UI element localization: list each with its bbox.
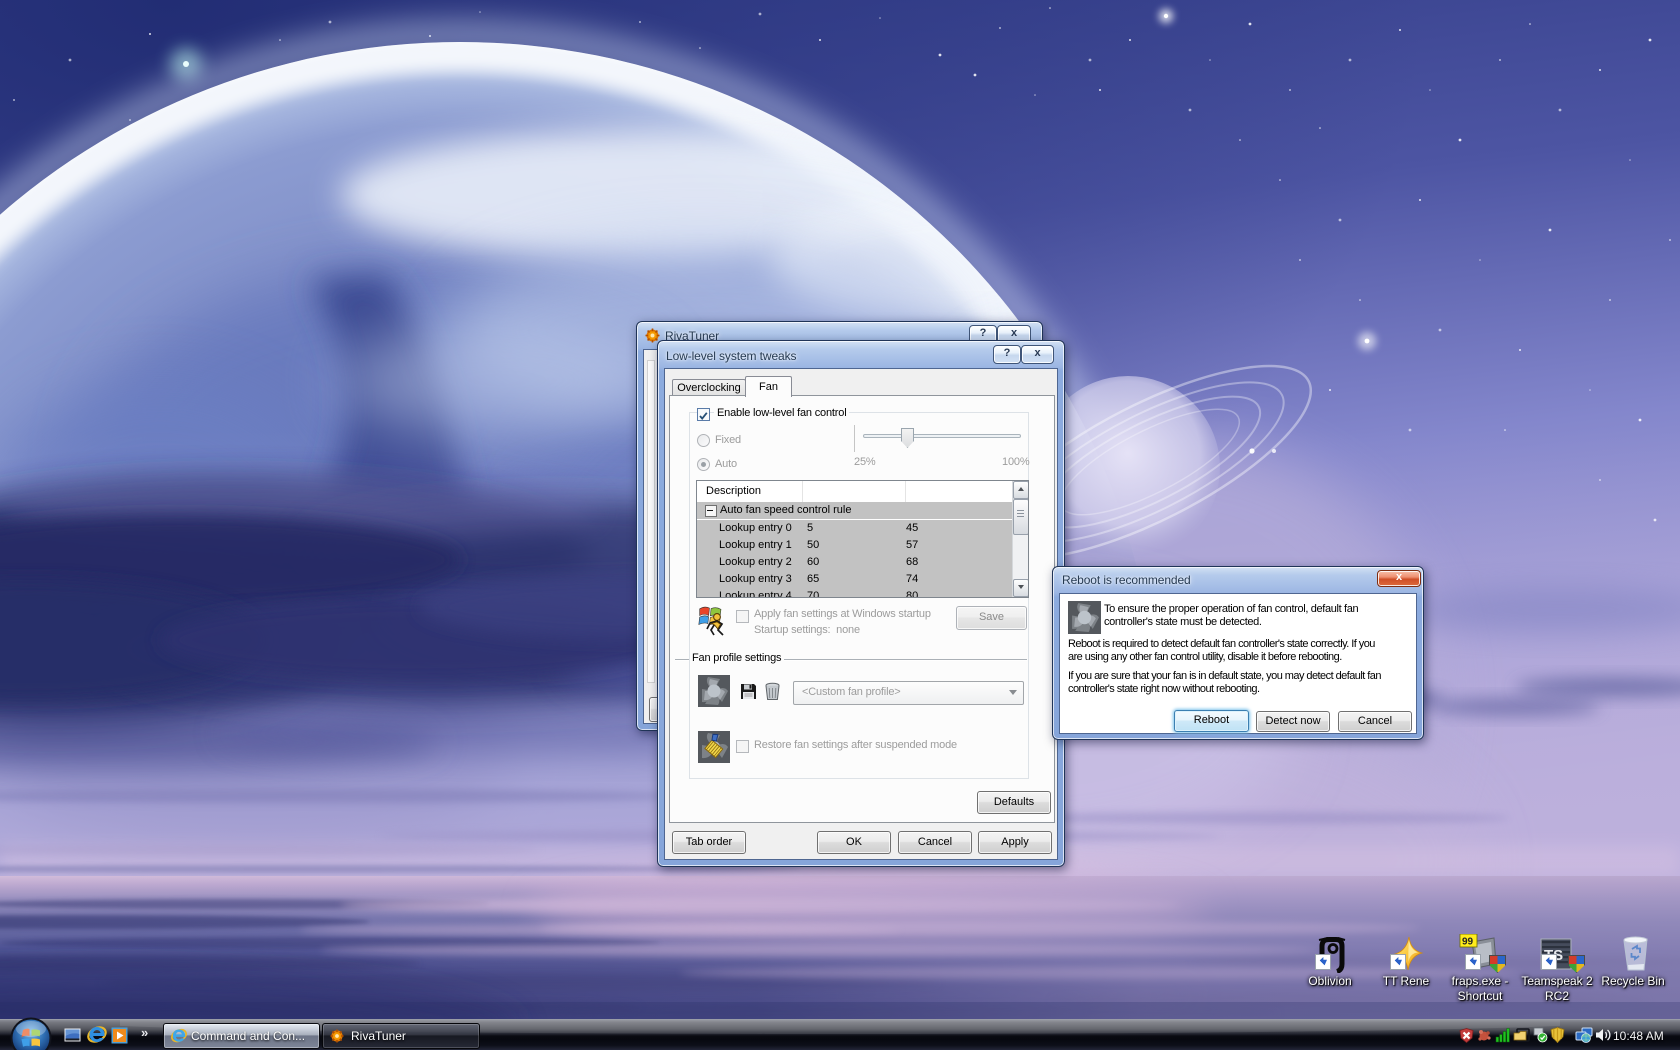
svg-text:99: 99 [1462, 937, 1474, 948]
